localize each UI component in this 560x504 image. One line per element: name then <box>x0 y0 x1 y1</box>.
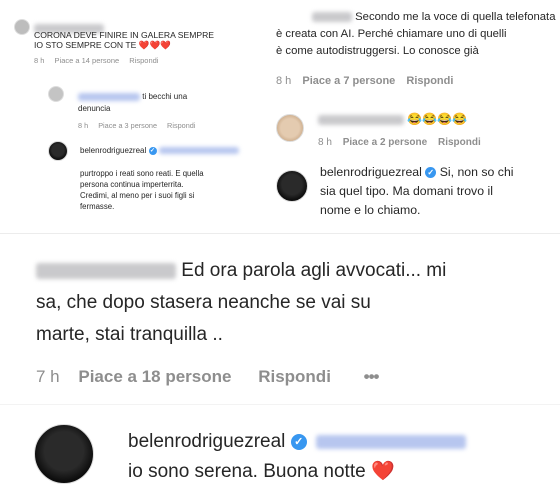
comment-likes-link[interactable]: Piace a 7 persone <box>302 75 395 87</box>
reply2-avatar[interactable] <box>276 170 308 202</box>
commenter-avatar[interactable] <box>14 19 30 35</box>
comment-text-line-3: marte, stai tranquilla .. <box>36 324 223 345</box>
verified-badge-icon: ✓ <box>290 433 307 450</box>
comment-text-line-2: è creata con AI. Perché chiamare uno di … <box>276 28 507 40</box>
comment-meta: 8 h Piace a 7 persone Rispondi <box>276 75 461 87</box>
reply-text: io sono serena. Buona notte ❤️ <box>128 461 395 482</box>
reply1-text-line-1: ti becchi una <box>78 92 187 101</box>
comment-meta: 8 h Piace a 14 persone Rispondi <box>34 56 166 65</box>
reply1-avatar[interactable] <box>48 86 64 102</box>
reply1-reply-link[interactable]: Rispondi <box>438 137 481 148</box>
reply2-text: belenrodriguezreal ✓ Si, non so chi sia … <box>320 165 514 217</box>
reply1-meta: 8 h Piace a 2 persone Rispondi <box>318 137 489 148</box>
laughing-emoji-icon: 😂😂😂😂 <box>407 112 468 126</box>
reply1-text: 😂😂😂😂 <box>318 112 467 126</box>
reply1-time: 8 h <box>318 137 332 148</box>
comment-text-line-1: CORONA DEVE FINIRE IN GALERA SEMPRE <box>34 30 215 40</box>
comment-likes-link[interactable]: Piace a 18 persone <box>78 367 231 386</box>
comment-time: 8 h <box>34 56 45 65</box>
reply2-text: purtroppo i reati sono reati. E quella p… <box>80 169 204 211</box>
comment-text-line-1: Secondo me la voce di quella telefonata <box>312 11 555 23</box>
reply-link[interactable]: Rispondi <box>129 56 158 65</box>
reply1-text-line-2: denuncia <box>78 104 111 113</box>
comment-likes-link[interactable]: Piace a 14 persone <box>55 56 120 65</box>
comment-text-line-1: Ed ora parola agli avvocati... mi <box>36 260 446 282</box>
reply1-meta: 8 h Piace a 3 persone Rispondi <box>78 121 203 130</box>
top-right-comment-panel: Secondo me la voce di quella telefonata … <box>262 0 560 232</box>
reply1-time: 8 h <box>78 121 89 130</box>
author-username[interactable]: belenrodriguezreal <box>128 431 285 452</box>
verified-badge-icon: ✓ <box>148 146 157 155</box>
comment-time: 8 h <box>276 75 292 87</box>
heart-icon: ❤️ <box>370 461 395 482</box>
reply1-reply-link[interactable]: Rispondi <box>167 121 195 130</box>
bottom-reply-panel: belenrodriguezreal ✓ io sono serena. Buo… <box>0 405 560 504</box>
comment-meta: 7 h Piace a 18 persone Rispondi ••• <box>36 367 387 387</box>
reply-link[interactable]: Rispondi <box>258 367 331 386</box>
comment-text-line-2: sa, che dopo stasera neanche se vai su <box>36 292 371 313</box>
heart-icon: ❤️❤️❤️ <box>138 40 171 50</box>
reply2-avatar[interactable] <box>48 141 68 161</box>
reply-header: belenrodriguezreal ✓ <box>128 431 466 453</box>
comment-text-line-3: è come autodistruggersi. Lo conosce già <box>276 45 479 57</box>
reply1-likes-link[interactable]: Piace a 2 persone <box>343 137 428 148</box>
top-left-comment-panel: CORONA DEVE FINIRE IN GALERA SEMPRE IO S… <box>0 0 262 232</box>
comment-text-line-2: IO STO SEMPRE CON TE ❤️❤️❤️ <box>34 40 171 50</box>
more-options-icon[interactable]: ••• <box>364 367 380 386</box>
middle-comment-panel: Ed ora parola agli avvocati... mi sa, ch… <box>0 234 560 404</box>
verified-badge-icon: ✓ <box>425 167 437 179</box>
reply1-avatar[interactable] <box>276 114 304 142</box>
reply-link[interactable]: Rispondi <box>406 75 453 87</box>
reply1-likes-link[interactable]: Piace a 3 persone <box>98 121 157 130</box>
reply2-header: belenrodriguezreal ✓ <box>80 146 239 155</box>
reply2-username[interactable]: belenrodriguezreal <box>80 146 146 155</box>
author-avatar[interactable] <box>34 424 94 484</box>
comment-time: 7 h <box>36 367 60 386</box>
reply2-username[interactable]: belenrodriguezreal <box>320 165 422 179</box>
